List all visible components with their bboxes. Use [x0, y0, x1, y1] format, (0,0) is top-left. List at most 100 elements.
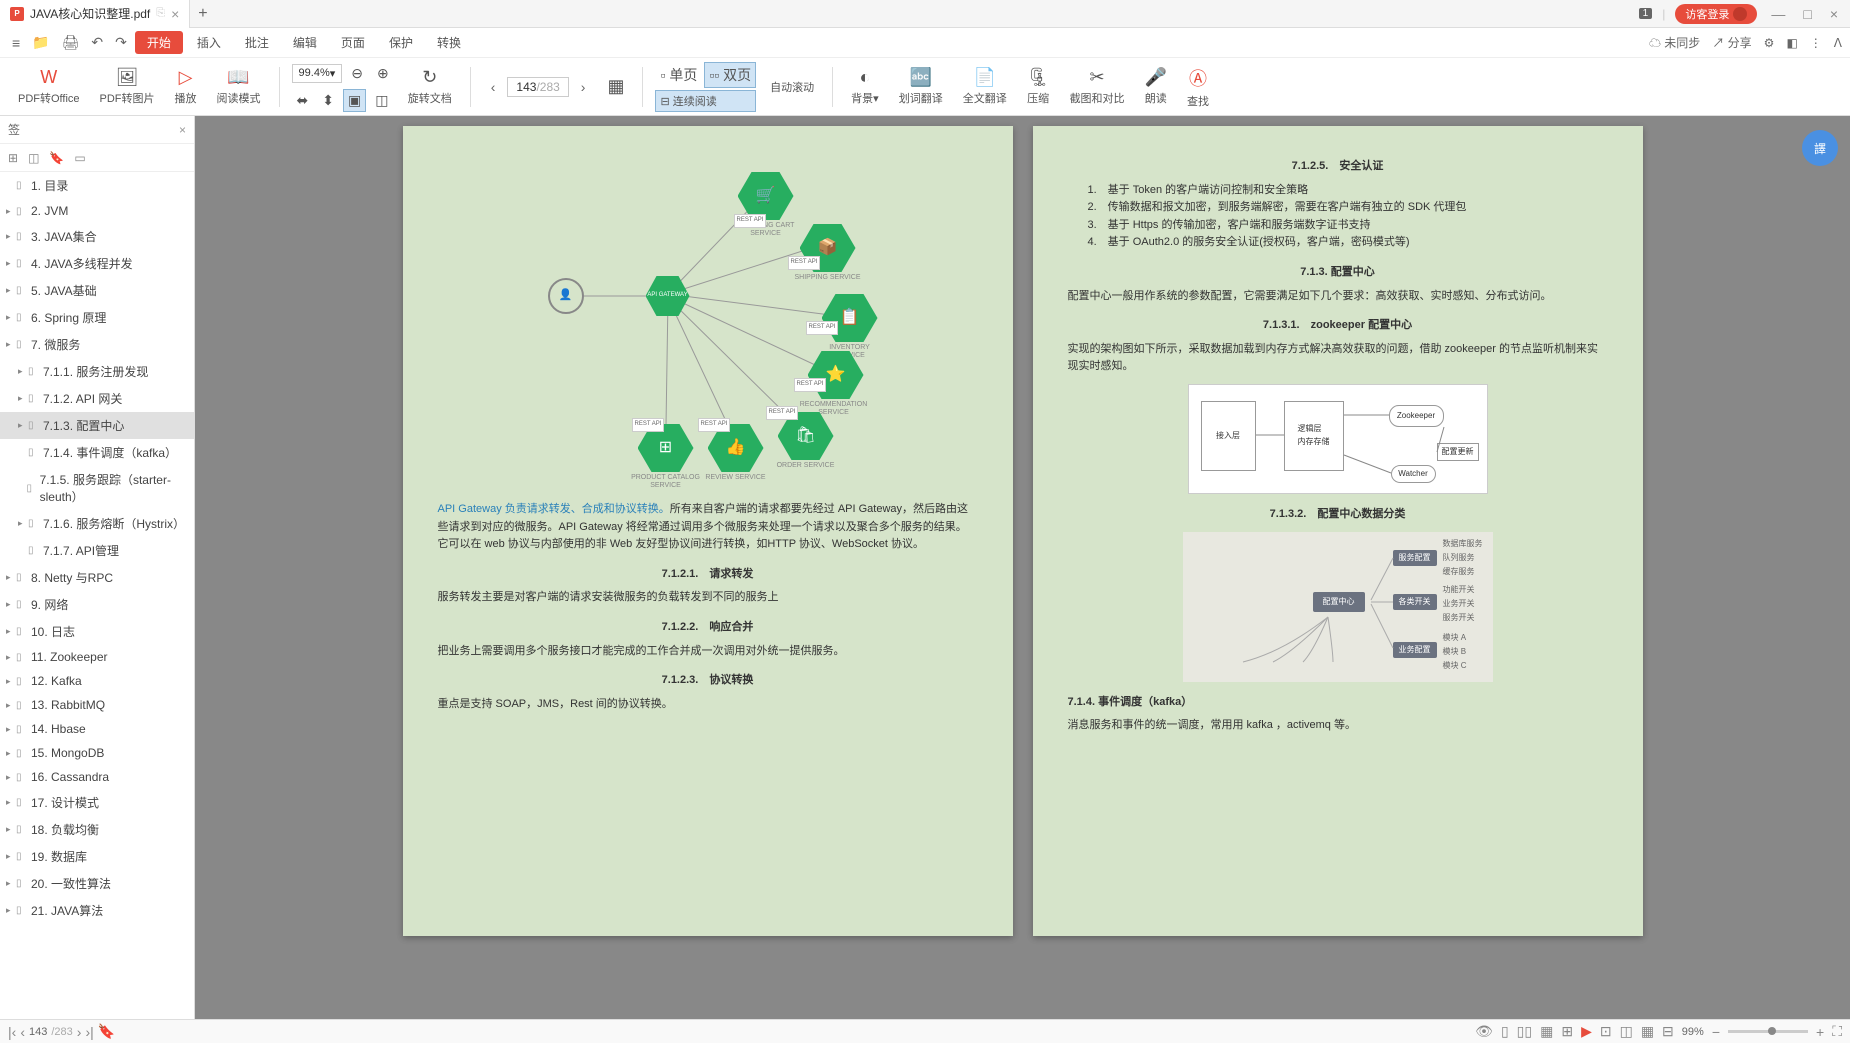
bookmark-item[interactable]: ▯7.1.5. 服务跟踪（starter-sleuth） [0, 466, 194, 510]
zoom-slider[interactable] [1728, 1030, 1808, 1033]
bookmark-item[interactable]: ▸▯2. JVM [0, 199, 194, 223]
bookmark-item[interactable]: ▸▯7.1.3. 配置中心 [0, 412, 194, 439]
guest-login-button[interactable]: 访客登录 [1675, 4, 1757, 24]
tab-pin-icon[interactable]: ⎘ [156, 7, 165, 20]
bookmark-item[interactable]: ▸▯21. JAVA算法 [0, 897, 194, 924]
status-zoom[interactable]: 99% [1682, 1026, 1704, 1038]
bookmark-tool-1[interactable]: ⊞ [8, 151, 18, 165]
rotate-button[interactable]: ↻ 旋转文档 [402, 67, 458, 106]
present-icon[interactable]: ▶ [1581, 1023, 1592, 1040]
bookmark-item[interactable]: ▸▯9. 网络 [0, 591, 194, 618]
last-page-icon[interactable]: ›| [85, 1024, 93, 1040]
document-content[interactable]: 👤 API GATEWAY 🛒 SHOPPING CART SERVICE RE… [195, 116, 1850, 1019]
notification-badge[interactable]: 1 [1639, 8, 1653, 19]
bookmark-item[interactable]: ▸▯5. JAVA基础 [0, 277, 194, 304]
eye-icon[interactable]: 👁 [1475, 1023, 1493, 1040]
continuous-button[interactable]: ⊟ 连续阅读 [655, 90, 756, 112]
fit-page-icon[interactable]: ⬍ [317, 89, 339, 112]
pdf-to-image-button[interactable]: 🖼 PDF转图片 [94, 67, 161, 106]
bookmark-item[interactable]: ▸▯13. RabbitMQ [0, 693, 194, 717]
actual-size-icon[interactable]: ▣ [343, 89, 366, 112]
bookmark-item[interactable]: ▸▯7. 微服务 [0, 331, 194, 358]
fit-icon[interactable]: ◫ [370, 89, 393, 112]
background-button[interactable]: ◐ 背景▾ [845, 67, 885, 106]
add-tab-button[interactable]: + [198, 5, 207, 23]
print-icon[interactable]: 🖨 [58, 30, 84, 55]
view-grid-icon[interactable]: ⊞ [1561, 1023, 1573, 1040]
tab-close-icon[interactable]: × [171, 6, 179, 22]
menu-icon[interactable]: ≡ [8, 31, 24, 55]
bookmark-item[interactable]: ▸▯6. Spring 原理 [0, 304, 194, 331]
first-page-icon[interactable]: |‹ [8, 1024, 16, 1040]
bookmark-item[interactable]: ▸▯17. 设计模式 [0, 789, 194, 816]
bookmark-item[interactable]: ▸▯10. 日志 [0, 618, 194, 645]
bookmark-item[interactable]: ▸▯7.1.2. API 网关 [0, 385, 194, 412]
sidebar-close-icon[interactable]: × [179, 123, 186, 137]
bookmark-item[interactable]: ▯7.1.4. 事件调度（kafka） [0, 439, 194, 466]
status-page[interactable]: 143 [29, 1026, 47, 1038]
fit-width-icon[interactable]: ⬌ [292, 89, 314, 112]
collapse-ribbon-icon[interactable]: ᐱ [1834, 36, 1842, 50]
menu-insert[interactable]: 插入 [187, 30, 231, 55]
zoom-in-button[interactable]: + [1816, 1024, 1824, 1040]
word-translate-button[interactable]: 🔤 划词翻译 [893, 67, 949, 106]
bookmark-item[interactable]: ▸▯14. Hbase [0, 717, 194, 741]
prev-page-button[interactable]: ‹ [483, 77, 504, 97]
bookmark-item[interactable]: ▸▯12. Kafka [0, 669, 194, 693]
sync-status[interactable]: ☁ 未同步 [1649, 34, 1700, 51]
view-continuous-icon[interactable]: ▦ [1540, 1023, 1553, 1040]
maximize-button[interactable]: □ [1799, 6, 1815, 22]
bookmark-tool-4[interactable]: ▭ [74, 151, 85, 165]
minimize-button[interactable]: — [1767, 6, 1789, 22]
play-button[interactable]: ▷ 播放 [169, 67, 203, 106]
read-aloud-button[interactable]: 🎤 朗读 [1139, 67, 1173, 106]
menu-annotate[interactable]: 批注 [235, 30, 279, 55]
more-icon[interactable]: ⋮ [1810, 36, 1822, 50]
zoom-in-icon[interactable]: ⊕ [372, 62, 394, 85]
sb-icon-4[interactable]: ⊟ [1662, 1023, 1674, 1040]
view-double-icon[interactable]: ▯▯ [1517, 1023, 1532, 1040]
next-page-icon[interactable]: › [77, 1024, 82, 1040]
bookmark-item[interactable]: ▸▯15. MongoDB [0, 741, 194, 765]
sb-icon-2[interactable]: ◫ [1620, 1023, 1633, 1040]
float-translate-button[interactable]: 譯 [1802, 130, 1838, 166]
double-page-button[interactable]: ▫▫ 双页 [704, 62, 756, 88]
menu-convert[interactable]: 转换 [427, 30, 471, 55]
read-mode-button[interactable]: 📖 阅读模式 [211, 67, 267, 106]
zoom-out-icon[interactable]: ⊖ [346, 62, 368, 85]
bookmark-tool-3[interactable]: 🔖 [49, 151, 64, 165]
zoom-out-button[interactable]: − [1712, 1024, 1720, 1040]
open-icon[interactable]: 📁 [28, 30, 53, 55]
close-window-button[interactable]: × [1826, 6, 1842, 22]
full-translate-button[interactable]: 📄 全文翻译 [957, 67, 1013, 106]
prev-page-icon[interactable]: ‹ [20, 1024, 25, 1040]
bookmark-item[interactable]: ▯1. 目录 [0, 172, 194, 199]
find-button[interactable]: Ⓐ 查找 [1181, 65, 1215, 109]
skin-icon[interactable]: ◧ [1786, 36, 1797, 50]
screenshot-button[interactable]: ✂ 截图和对比 [1064, 67, 1131, 106]
bookmark-item[interactable]: ▸▯8. Netty 与RPC [0, 564, 194, 591]
bookmark-item[interactable]: ▸▯11. Zookeeper [0, 645, 194, 669]
undo-icon[interactable]: ↶ [87, 30, 107, 55]
compress-button[interactable]: 🗜 压缩 [1021, 67, 1056, 106]
view-single-icon[interactable]: ▯ [1501, 1023, 1509, 1040]
redo-icon[interactable]: ↷ [111, 30, 131, 55]
bookmark-item[interactable]: ▸▯3. JAVA集合 [0, 223, 194, 250]
pdf-to-office-button[interactable]: W PDF转Office [12, 67, 86, 106]
zoom-level[interactable]: 99.4% ▾ [292, 64, 343, 83]
bookmark-item[interactable]: ▸▯18. 负载均衡 [0, 816, 194, 843]
add-bookmark-icon[interactable]: 🔖 [98, 1023, 115, 1040]
bookmark-item[interactable]: ▸▯16. Cassandra [0, 765, 194, 789]
bookmark-item[interactable]: ▸▯4. JAVA多线程并发 [0, 250, 194, 277]
menu-protect[interactable]: 保护 [379, 30, 423, 55]
bookmark-item[interactable]: ▸▯7.1.1. 服务注册发现 [0, 358, 194, 385]
menu-edit[interactable]: 编辑 [283, 30, 327, 55]
settings-icon[interactable]: ⚙ [1764, 36, 1775, 50]
bookmark-item[interactable]: ▯7.1.7. API管理 [0, 537, 194, 564]
bookmark-tool-2[interactable]: ◫ [28, 151, 39, 165]
fullscreen-icon[interactable]: ⛶ [1832, 1023, 1842, 1040]
page-current[interactable]: 143 [516, 80, 536, 94]
sb-icon-3[interactable]: ▦ [1641, 1023, 1654, 1040]
document-tab[interactable]: P JAVA核心知识整理.pdf ⎘ × [0, 0, 190, 28]
thumbnail-button[interactable]: ▦ [601, 76, 630, 97]
